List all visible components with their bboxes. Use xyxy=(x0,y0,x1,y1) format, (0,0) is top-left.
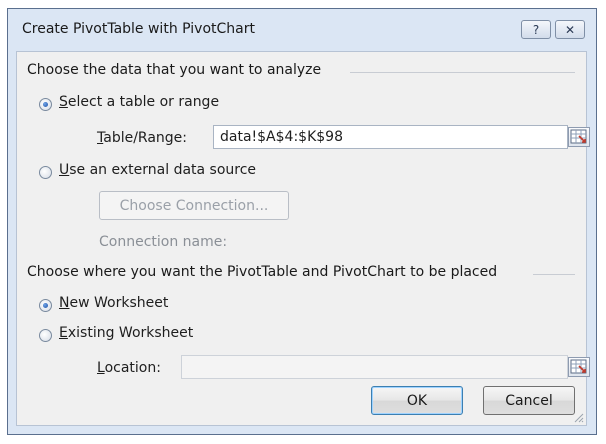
new-worksheet-label[interactable]: New Worksheet xyxy=(59,295,168,311)
resize-grip-icon[interactable] xyxy=(572,411,584,423)
table-range-input[interactable]: data!$A$4:$K$98 xyxy=(213,125,568,149)
select-range-label[interactable]: Select a table or range xyxy=(59,94,219,110)
help-icon: ? xyxy=(532,22,540,37)
existing-worksheet-label[interactable]: Existing Worksheet xyxy=(59,325,193,341)
dialog-body: Choose the data that you want to analyze… xyxy=(16,51,590,426)
dialog-title: Create PivotTable with PivotChart xyxy=(22,21,255,37)
location-label: Location: xyxy=(97,360,161,376)
pivot-dialog: Create PivotTable with PivotChart ? ✕ Ch… xyxy=(7,8,597,435)
connection-name-label: Connection name: xyxy=(99,234,228,250)
range-selector-icon xyxy=(570,359,587,374)
placement-section-heading: Choose where you want the PivotTable and… xyxy=(27,264,498,280)
select-range-radio[interactable] xyxy=(39,98,52,111)
external-source-radio[interactable] xyxy=(39,166,52,179)
existing-worksheet-radio[interactable] xyxy=(39,329,52,342)
data-section-heading: Choose the data that you want to analyze xyxy=(27,62,322,78)
section-divider xyxy=(533,274,575,275)
section-divider xyxy=(350,72,575,73)
range-selector-icon xyxy=(570,129,587,144)
ok-button[interactable]: OK xyxy=(371,386,463,415)
location-input[interactable] xyxy=(181,355,568,379)
close-icon: ✕ xyxy=(564,22,576,37)
cancel-button[interactable]: Cancel xyxy=(483,386,575,415)
table-range-label: Table/Range: xyxy=(97,130,188,146)
new-worksheet-radio[interactable] xyxy=(39,299,52,312)
choose-connection-button[interactable]: Choose Connection... xyxy=(99,191,289,220)
table-range-collapse-button[interactable] xyxy=(568,127,590,147)
location-collapse-button[interactable] xyxy=(568,357,590,377)
external-source-label[interactable]: Use an external data source xyxy=(59,162,256,178)
close-button[interactable]: ✕ xyxy=(555,20,585,39)
title-bar: Create PivotTable with PivotChart ? ✕ xyxy=(8,9,596,51)
help-button[interactable]: ? xyxy=(521,20,551,39)
